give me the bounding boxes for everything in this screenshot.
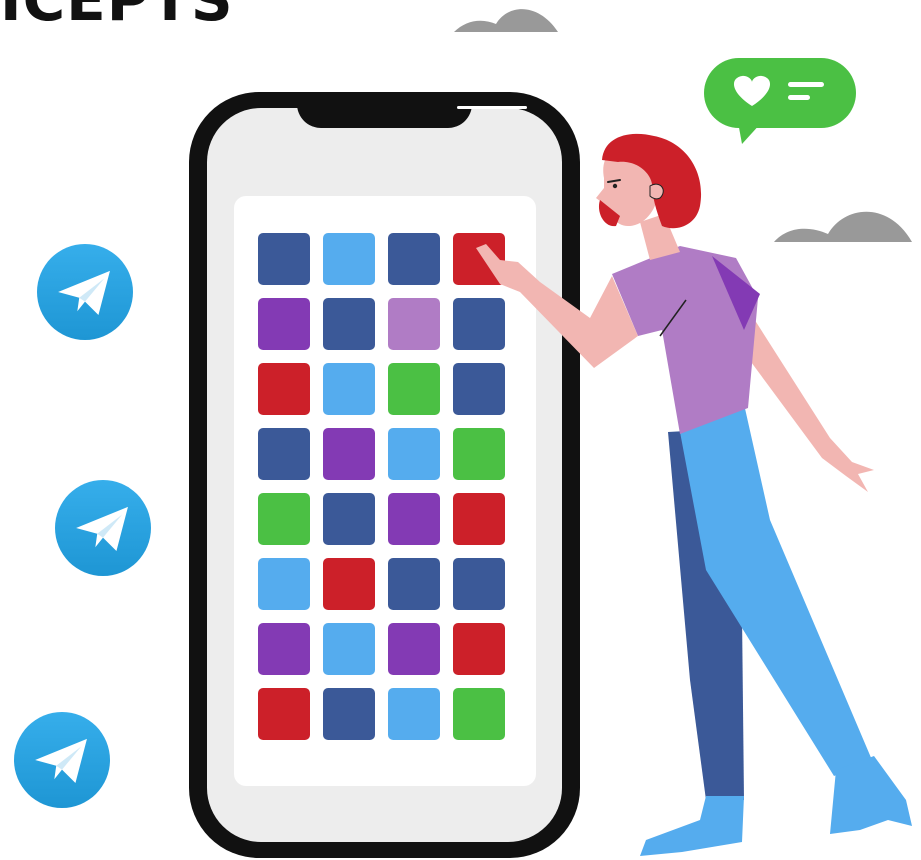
far-shoe xyxy=(640,796,744,856)
pointing-arm xyxy=(476,244,638,368)
near-shoe xyxy=(830,756,912,834)
woman-illustration xyxy=(476,133,912,856)
shirt xyxy=(612,246,758,434)
